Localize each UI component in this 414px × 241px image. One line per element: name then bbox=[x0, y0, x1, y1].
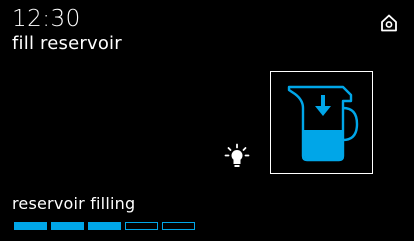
progress-segment bbox=[88, 222, 121, 230]
status-text: reservoir filling bbox=[12, 194, 136, 213]
light-bulb-icon bbox=[224, 143, 250, 167]
reservoir-fill-icon bbox=[287, 85, 359, 162]
progress-segment bbox=[51, 222, 84, 230]
clock-time: 12:30 bbox=[12, 6, 81, 32]
home-icon bbox=[381, 14, 397, 32]
progress-segment bbox=[125, 222, 158, 230]
reservoir-fill-panel bbox=[270, 71, 373, 174]
progress-bar bbox=[14, 222, 195, 230]
screen: 12:30 fill reservoir reservoir filling bbox=[0, 0, 414, 241]
page-title: fill reservoir bbox=[12, 33, 122, 54]
progress-segment bbox=[14, 222, 47, 230]
home-button[interactable] bbox=[378, 12, 400, 34]
progress-segment bbox=[162, 222, 195, 230]
